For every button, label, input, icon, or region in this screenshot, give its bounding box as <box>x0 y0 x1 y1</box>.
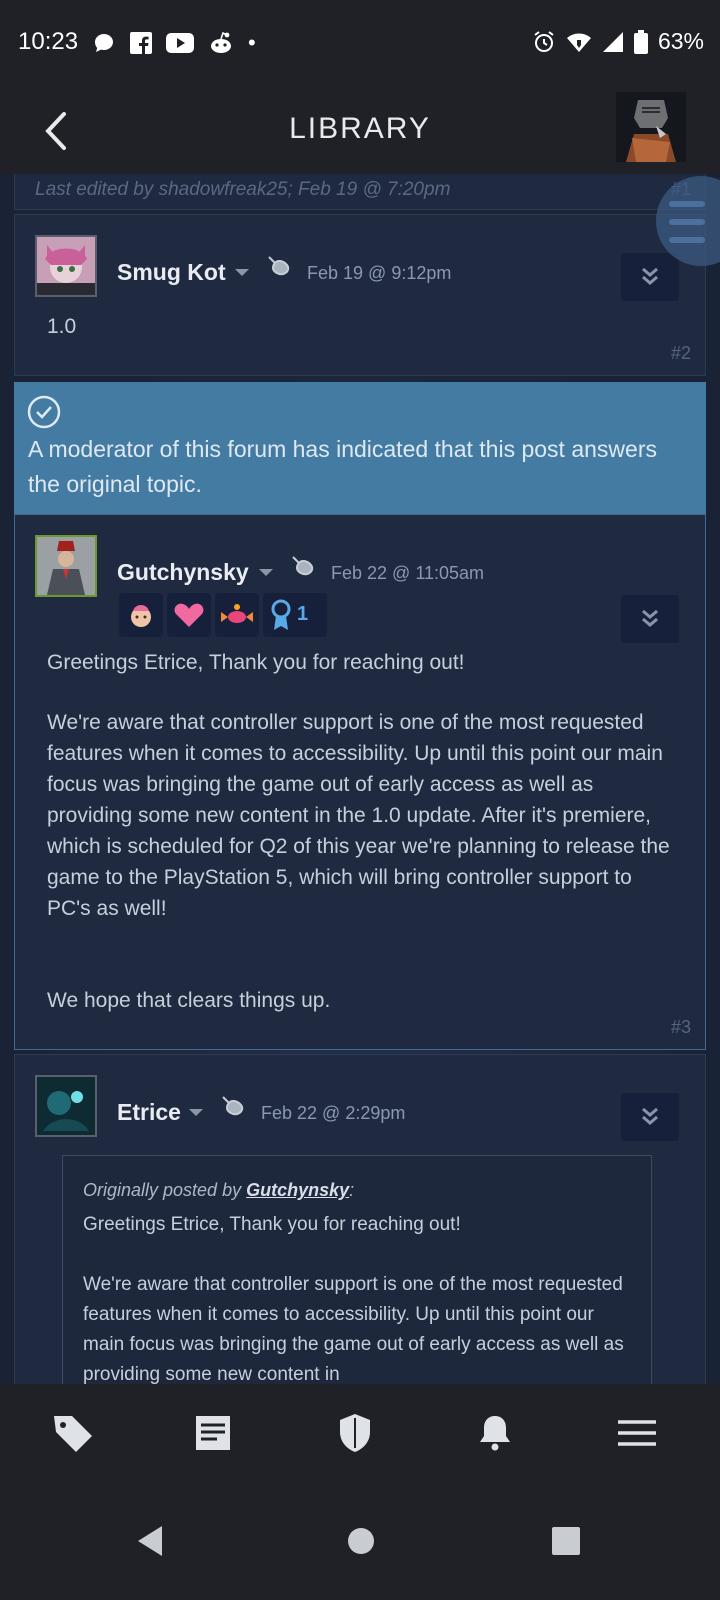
post-date: Feb 22 @ 2:29pm <box>261 1103 406 1123</box>
expand-post-button[interactable] <box>621 595 679 643</box>
post-body-closing: We hope that clears things up. <box>47 989 331 1012</box>
quoted-post: Originally posted by Gutchynsky: Greetin… <box>62 1155 652 1415</box>
chevron-down-icon[interactable] <box>189 1109 203 1116</box>
more-notifications-dot: • <box>248 30 256 55</box>
status-bar: 10:23 • 63% <box>0 0 720 88</box>
status-time: 10:23 <box>18 28 79 55</box>
avatar[interactable] <box>35 535 97 597</box>
edited-by-user[interactable]: shadowfreak25 <box>159 179 288 200</box>
wifi-icon <box>566 33 591 52</box>
badge-heart[interactable] <box>167 593 211 637</box>
status-right: 63% <box>532 28 704 55</box>
quote-suffix: : <box>349 1180 355 1200</box>
menu-icon <box>669 201 705 243</box>
avatar[interactable] <box>35 235 97 297</box>
app-bar: LIBRARY <box>0 88 720 174</box>
alarm-icon <box>534 30 554 52</box>
quote-text-greeting: Greetings Etrice, Thank you for reaching… <box>83 1214 461 1235</box>
expand-post-button[interactable] <box>621 1093 679 1141</box>
post-date: Feb 22 @ 11:05am <box>331 563 485 583</box>
mouse-icon <box>292 556 314 576</box>
nav-home-icon[interactable] <box>346 1526 376 1556</box>
store-tag-icon[interactable] <box>48 1408 98 1458</box>
chevron-down-icon[interactable] <box>259 569 273 576</box>
bottom-tab-bar <box>0 1384 720 1484</box>
facebook-icon <box>130 32 152 54</box>
moderator-answer-banner: A moderator of this forum has indicated … <box>14 382 706 514</box>
knight-avatar-icon <box>616 92 686 162</box>
post-date: Feb 19 @ 9:12pm <box>307 263 452 283</box>
badge-candy[interactable] <box>215 593 259 637</box>
chat-icon <box>95 34 113 52</box>
post-1: Last edited by shadowfreak25; Feb 19 @ 7… <box>14 174 706 210</box>
shield-icon[interactable] <box>330 1408 380 1458</box>
battery-icon <box>633 29 648 54</box>
mouse-icon <box>268 256 290 276</box>
page-title: LIBRARY <box>289 112 431 145</box>
notification-icons: • <box>92 30 256 56</box>
mouse-icon <box>222 1096 244 1116</box>
double-chevron-down-icon <box>642 609 658 627</box>
post-body-main: We're aware that controller support is o… <box>47 711 670 920</box>
double-chevron-down-icon <box>642 1107 658 1125</box>
battery-percent: 63% <box>657 28 704 54</box>
badge-ribbon[interactable]: 1 <box>263 593 327 637</box>
quote-text-main: We're aware that controller support is o… <box>83 1274 624 1385</box>
nav-back-icon[interactable] <box>136 1524 166 1558</box>
post-2: Smug Kot Feb 19 @ 9:12pm 1.0 #2 <box>14 214 706 376</box>
post-number: #2 <box>670 343 691 363</box>
system-nav-bar <box>0 1484 720 1600</box>
chevron-down-icon[interactable] <box>235 269 249 276</box>
post-3: Gutchynsky Feb 22 @ 11:05am 1 Greetings … <box>14 514 706 1050</box>
floating-menu-button[interactable] <box>656 176 720 266</box>
hamburger-menu-icon[interactable] <box>612 1408 662 1458</box>
bell-icon[interactable] <box>470 1408 520 1458</box>
quote-header: Originally posted by Gutchynsky: <box>83 1180 354 1201</box>
post-number: #3 <box>670 1017 691 1037</box>
baby-face-icon <box>131 605 151 627</box>
user-avatar[interactable] <box>616 92 686 162</box>
check-circle-icon <box>27 395 61 429</box>
edit-time: ; Feb 19 @ 7:20pm <box>287 179 451 200</box>
post-body: 1.0 <box>47 315 77 338</box>
cat-girl-avatar-icon <box>37 237 95 295</box>
badge-count: 1 <box>297 603 309 625</box>
username[interactable]: Smug Kot <box>117 259 226 286</box>
edit-note: Last edited by shadowfreak25; Feb 19 @ 7… <box>35 179 450 201</box>
news-icon[interactable] <box>188 1408 238 1458</box>
quote-author-link[interactable]: Gutchynsky <box>246 1180 349 1200</box>
candy-icon <box>221 604 253 623</box>
reddit-icon <box>211 31 231 53</box>
quote-prefix: Originally posted by <box>83 1180 247 1200</box>
avatar[interactable] <box>35 1075 97 1137</box>
username[interactable]: Gutchynsky <box>117 559 249 586</box>
nav-recents-icon[interactable] <box>552 1527 580 1555</box>
youtube-icon <box>166 33 194 53</box>
post-body-greeting: Greetings Etrice, Thank you for reaching… <box>47 651 465 674</box>
cyber-avatar-icon <box>37 1077 95 1135</box>
username[interactable]: Etrice <box>117 1099 181 1126</box>
moderator-notice-text: A moderator of this forum has indicated … <box>28 436 657 497</box>
signal-icon <box>602 31 623 52</box>
man-in-fez-avatar-icon <box>37 537 95 595</box>
heart-icon <box>174 603 204 627</box>
award-ribbon-icon <box>271 599 291 630</box>
edit-prefix: Last edited by <box>35 179 159 200</box>
badge-baby[interactable] <box>119 593 163 637</box>
